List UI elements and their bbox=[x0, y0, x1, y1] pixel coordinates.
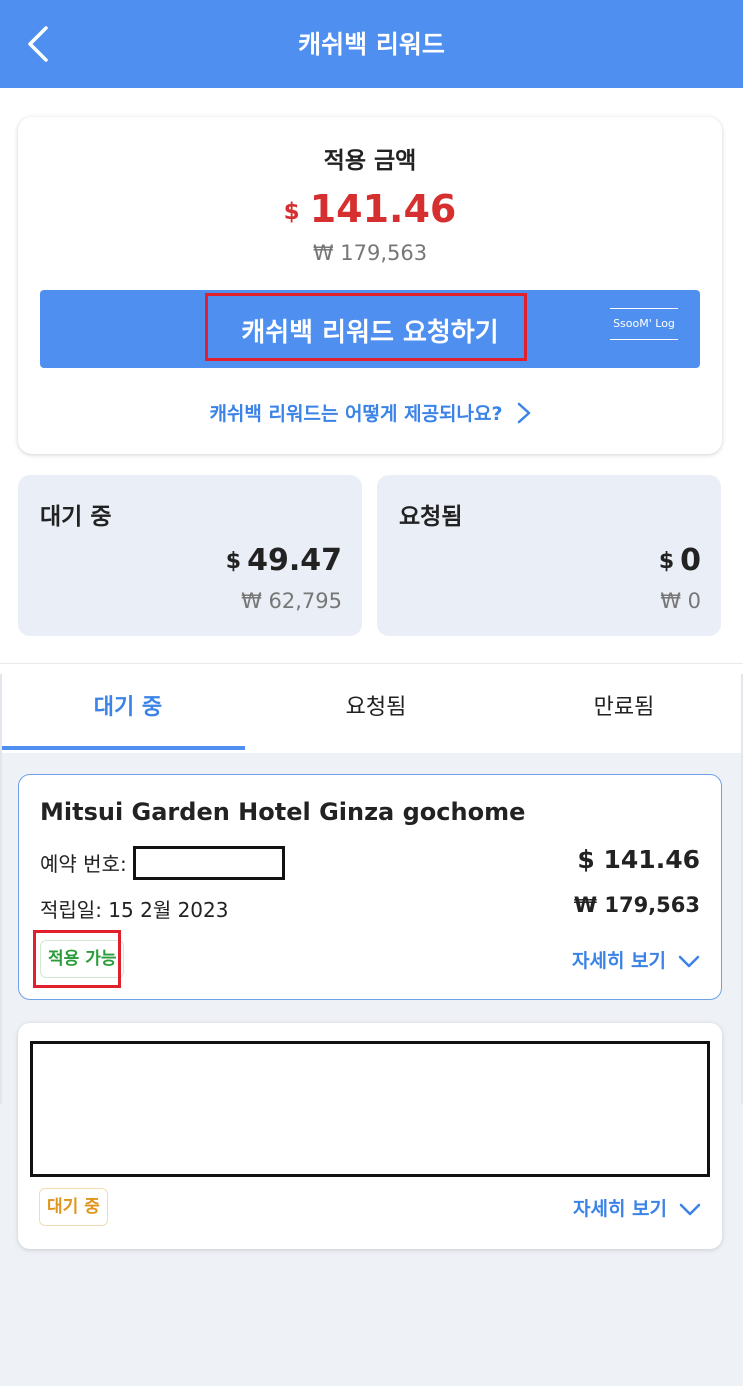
requested-stat-title: 요청됨 bbox=[399, 504, 463, 530]
watermark: SsooM' Log bbox=[610, 308, 678, 340]
earned-date-value: 15 2월 2023 bbox=[108, 898, 229, 922]
usd-symbol: $ bbox=[283, 199, 300, 225]
how-cashback-works-label: 캐쉬백 리워드는 어떻게 제공되나요? bbox=[209, 403, 503, 425]
reservation-number-row: 예약 번호: 7 bbox=[40, 848, 146, 877]
requested-stat-krw: ₩ 0 bbox=[660, 589, 701, 613]
requested-usd-amount: 0 bbox=[680, 543, 701, 578]
pending-stat-usd: $49.47 bbox=[226, 543, 342, 578]
pending-stat-title: 대기 중 bbox=[40, 504, 112, 530]
redaction-box bbox=[133, 846, 285, 880]
chevron-right-icon bbox=[517, 402, 530, 424]
list-edge-left bbox=[0, 674, 2, 1104]
view-details-link[interactable]: 자세히 보기 bbox=[573, 1194, 701, 1221]
page-title: 캐쉬백 리워드 bbox=[298, 30, 445, 59]
applicable-amount-label: 적용 금액 bbox=[323, 148, 417, 174]
pending-usd-amount: 49.47 bbox=[247, 543, 342, 578]
earned-date-row: 적립일: 15 2월 2023 bbox=[40, 894, 228, 923]
status-tabs: 대기 중 요청됨 만료됨 bbox=[0, 663, 743, 753]
pending-stat-krw: ₩ 62,795 bbox=[241, 589, 342, 613]
usd-symbol: $ bbox=[225, 549, 242, 574]
tab-requested[interactable]: 요청됨 bbox=[252, 664, 500, 754]
status-badge: 대기 중 bbox=[39, 1188, 108, 1226]
applicable-amount-usd: $141.46 bbox=[18, 187, 722, 231]
annotation-highlight-box bbox=[33, 930, 121, 988]
pending-stat-card: 대기 중 $49.47 ₩ 62,795 bbox=[18, 475, 362, 636]
chevron-down-icon bbox=[678, 955, 700, 968]
requested-stat-usd: $0 bbox=[659, 543, 701, 578]
applicable-amount-card: 적용 금액 $141.46 ₩ 179,563 캐쉬백 리워드 요청하기 Sso… bbox=[18, 117, 722, 454]
hotel-name: Mitsui Garden Hotel Ginza gochome bbox=[40, 798, 526, 826]
usd-symbol: $ bbox=[658, 549, 675, 574]
how-cashback-works-link[interactable]: 캐쉬백 리워드는 어떻게 제공되나요? bbox=[18, 399, 722, 426]
tab-pending[interactable]: 대기 중 bbox=[4, 664, 252, 754]
view-details-label: 자세히 보기 bbox=[572, 1198, 667, 1220]
chevron-down-icon bbox=[679, 1203, 701, 1216]
view-details-link[interactable]: 자세히 보기 bbox=[572, 946, 700, 973]
annotation-highlight-box bbox=[205, 293, 527, 361]
view-details-label: 자세히 보기 bbox=[571, 950, 666, 972]
tab-expired[interactable]: 만료됨 bbox=[500, 664, 743, 754]
booking-card[interactable]: Mitsui Garden Hotel Ginza gochome 예약 번호:… bbox=[18, 774, 722, 1000]
reservation-number-label: 예약 번호: bbox=[40, 852, 134, 876]
redaction-box bbox=[30, 1041, 710, 1177]
booking-krw-amount: ₩ 179,563 bbox=[573, 893, 700, 917]
active-tab-indicator bbox=[0, 746, 245, 750]
requested-stat-card: 요청됨 $0 ₩ 0 bbox=[377, 475, 721, 636]
booking-usd-amount: $ 141.46 bbox=[577, 845, 700, 874]
earned-date-label: 적립일: bbox=[40, 898, 109, 922]
top-bar: 캐쉬백 리워드 bbox=[0, 0, 743, 88]
usd-amount: 141.46 bbox=[309, 187, 457, 231]
booking-card[interactable]: 대기 중 자세히 보기 bbox=[18, 1023, 722, 1249]
request-cashback-button[interactable]: 캐쉬백 리워드 요청하기 SsooM' Log bbox=[40, 290, 700, 368]
applicable-amount-krw: ₩ 179,563 bbox=[312, 241, 428, 265]
